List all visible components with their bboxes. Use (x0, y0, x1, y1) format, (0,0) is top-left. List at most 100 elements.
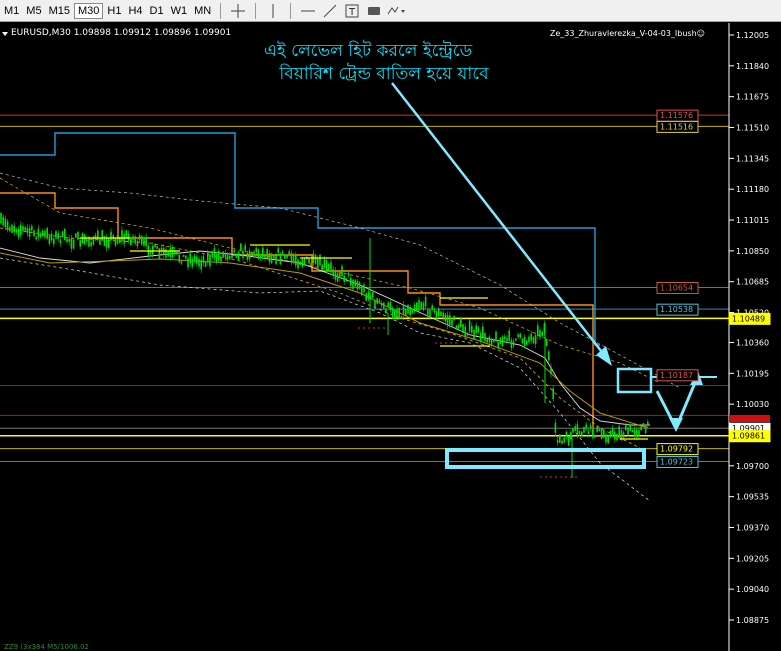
candle-body (268, 253, 271, 263)
text-tool-icon[interactable]: T (341, 2, 363, 20)
candle-body (372, 292, 374, 298)
candle-body (383, 302, 385, 309)
candle-body (446, 315, 449, 326)
candle-body (259, 255, 262, 259)
candle-body (455, 325, 458, 329)
price-tick-label: 1.09370 (736, 523, 769, 532)
candle-body (255, 248, 257, 253)
svg-text:1.10489: 1.10489 (732, 314, 765, 323)
candle-body (508, 330, 510, 341)
candle-body (220, 257, 222, 262)
candle-body (424, 296, 427, 307)
annotation-text-line1: এই লেভেল হিট করলে ইন্ট্রেডে (264, 40, 473, 61)
candle-body (607, 434, 609, 444)
candle-body (468, 320, 471, 332)
candle-body (231, 256, 233, 259)
candle-body (222, 251, 224, 258)
candle-body (127, 233, 130, 241)
svg-text:1.09861: 1.09861 (732, 432, 765, 441)
candle-body (70, 238, 73, 249)
level-price-label: 1.11576 (656, 109, 699, 122)
candle-body (275, 253, 277, 265)
candle-body (207, 252, 209, 263)
candle-body (149, 251, 152, 254)
candle-body (565, 431, 568, 438)
candle-body (154, 244, 156, 248)
candle-body (640, 425, 642, 431)
candle-body (28, 228, 31, 237)
candle-body (506, 338, 508, 342)
price-axis[interactable]: 1.12005 1.11840 1.11675 1.11510 1.11345 1.111… (729, 31, 769, 625)
candle-body (24, 227, 26, 231)
candle-body (548, 351, 550, 361)
candle-body (592, 429, 594, 438)
candle-body (72, 239, 75, 249)
candle-body (407, 304, 409, 314)
candle-body (336, 273, 339, 282)
candle-body (248, 250, 251, 259)
candle-body (431, 305, 433, 310)
trendline-icon[interactable] (319, 2, 341, 20)
candle-body (625, 423, 627, 431)
candle-body (345, 278, 348, 281)
candle-body (517, 334, 519, 337)
timeframe-m5-button[interactable]: M5 (23, 3, 44, 19)
candle-body (589, 425, 592, 429)
horizontal-line-icon[interactable] (297, 2, 319, 20)
price-tick-label: 1.09700 (736, 462, 769, 471)
shapes-dropdown-icon[interactable] (385, 2, 407, 20)
candle-body (178, 254, 180, 262)
timeframe-h1-button[interactable]: H1 (104, 3, 124, 19)
candle-body (15, 229, 18, 233)
candle-body (6, 221, 9, 230)
vertical-line-icon[interactable] (262, 2, 284, 20)
candle-body (363, 284, 365, 292)
candle-body (79, 240, 81, 247)
timeframe-m1-button[interactable]: M1 (1, 3, 22, 19)
candle-body (460, 318, 462, 327)
candle-body (130, 238, 132, 246)
candle-body (528, 336, 530, 343)
timeframe-d1-button[interactable]: D1 (147, 3, 167, 19)
candle-body (534, 335, 537, 344)
candle-body (477, 327, 480, 332)
candle-body (66, 238, 68, 243)
timeframe-h4-button[interactable]: H4 (125, 3, 145, 19)
label-tool-icon[interactable] (363, 2, 385, 20)
candle-body (484, 332, 486, 342)
price-tick-label: 1.11015 (736, 216, 769, 225)
candle-body (64, 229, 66, 240)
crosshair-icon[interactable] (227, 2, 249, 20)
candle-body (185, 255, 187, 259)
candle-body (501, 336, 504, 346)
candle-body (114, 238, 117, 246)
candle-body (99, 238, 101, 245)
candle-body (413, 304, 416, 312)
candle-body (90, 242, 92, 246)
timeframe-m30-button[interactable]: M30 (73, 2, 104, 19)
candle-body (545, 338, 548, 347)
candle-body (44, 230, 46, 238)
candle-body (444, 314, 447, 322)
candle-body (13, 225, 15, 233)
candle-body (152, 245, 154, 255)
candle-body (398, 308, 400, 319)
candle-body (583, 427, 585, 433)
candle-body (416, 302, 418, 311)
price-chart[interactable]: EURUSD,M30 1.09898 1.09912 1.09896 1.099… (0, 23, 781, 651)
candle-body (224, 253, 227, 258)
candle-body (462, 324, 464, 333)
candle-body (400, 316, 403, 319)
price-tick-label: 1.10685 (736, 278, 769, 287)
timeframe-mn-button[interactable]: MN (191, 3, 214, 19)
price-tick-label: 1.11840 (736, 62, 769, 71)
candle-body (594, 435, 596, 438)
level-price-label: 1.10187 (656, 369, 699, 382)
candle-body (55, 231, 57, 239)
candle-body (490, 340, 493, 347)
candle-body (308, 258, 310, 264)
candle-body (0, 213, 2, 224)
candle-body (389, 302, 392, 310)
timeframe-w1-button[interactable]: W1 (168, 3, 191, 19)
timeframe-m15-button[interactable]: M15 (46, 3, 73, 19)
